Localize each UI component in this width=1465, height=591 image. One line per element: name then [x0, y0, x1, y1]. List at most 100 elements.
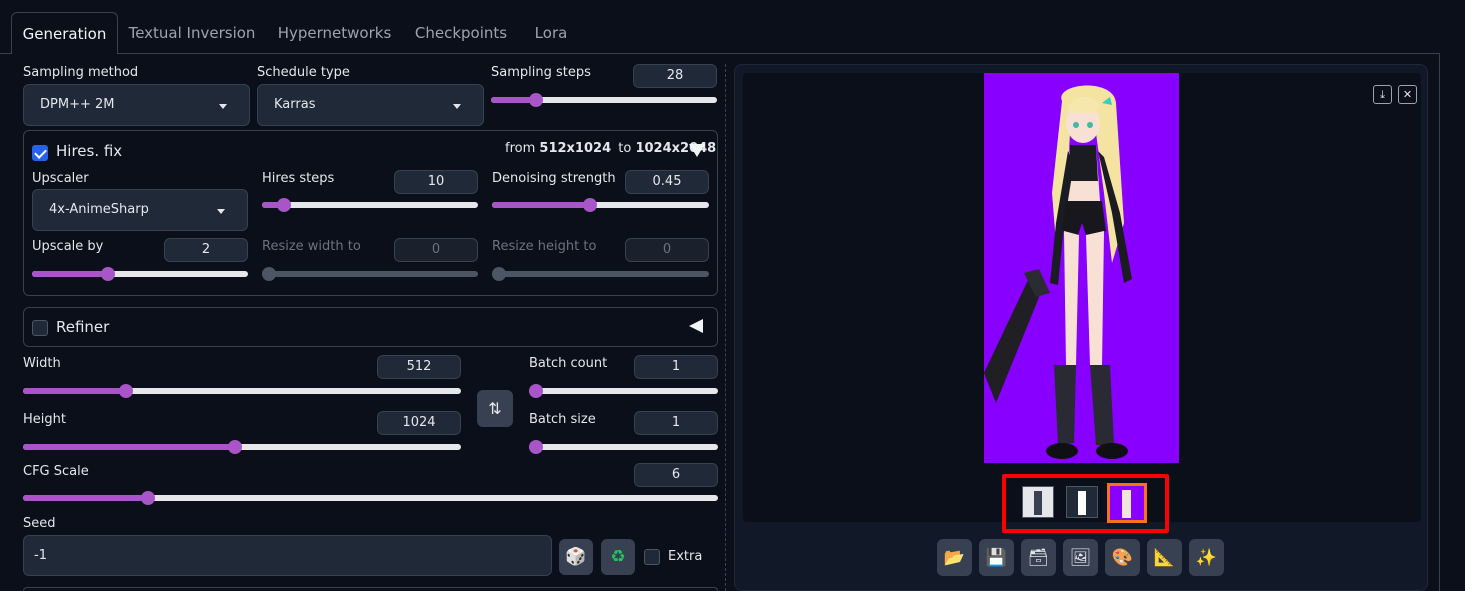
picture-icon: 🖼 [1069, 547, 1092, 568]
resize-handle[interactable] [725, 64, 726, 591]
extra-seed-label: Extra [668, 549, 703, 564]
close-icon: ✕ [1402, 88, 1413, 101]
tab-textual-inversion[interactable]: Textual Inversion [121, 12, 263, 54]
batch-count-input[interactable]: 1 [634, 355, 718, 379]
panel-border [1439, 53, 1440, 591]
batch-count-label: Batch count [529, 356, 608, 371]
tab-divider [0, 53, 11, 54]
thumbnail-3-selected[interactable] [1107, 483, 1147, 523]
expand-triangle-icon[interactable] [689, 319, 703, 333]
sampling-method-value: DPM++ 2M [40, 97, 115, 112]
info-source-size: 512x1024 [539, 141, 612, 156]
refiner-panel [23, 307, 718, 347]
tab-checkpoints[interactable]: Checkpoints [405, 12, 517, 54]
send-to-img2img-button[interactable]: 🖼 [1063, 539, 1098, 576]
collapse-triangle-icon[interactable] [689, 144, 705, 157]
dice-icon: 🎲 [565, 547, 587, 567]
denoising-strength-slider[interactable] [492, 197, 709, 213]
sampling-steps-input[interactable]: 28 [633, 64, 717, 88]
thumbnail-2[interactable] [1066, 486, 1098, 518]
swap-dimensions-button[interactable]: ⇅ [477, 390, 513, 427]
hires-steps-slider[interactable] [262, 197, 478, 213]
height-input[interactable]: 1024 [377, 411, 461, 435]
anime-character-image [984, 73, 1179, 463]
refiner-checkbox[interactable] [32, 320, 48, 336]
chevron-down-icon [217, 209, 225, 214]
upscaler-value: 4x-AnimeSharp [49, 202, 149, 217]
seed-input[interactable]: -1 [23, 535, 552, 576]
extra-seed-checkbox[interactable] [644, 549, 660, 565]
width-input[interactable]: 512 [377, 355, 461, 379]
send-to-inpaint-button[interactable]: 🎨 [1105, 539, 1140, 576]
archive-icon: 🗃 [1027, 547, 1050, 568]
save-button[interactable]: 💾 [979, 539, 1014, 576]
palette-icon: 🎨 [1111, 547, 1134, 568]
schedule-type-value: Karras [274, 97, 316, 112]
chevron-down-icon [453, 104, 461, 109]
hires-fix-checkbox[interactable] [32, 145, 48, 161]
sampling-steps-label: Sampling steps [491, 65, 591, 80]
hires-steps-label: Hires steps [262, 171, 335, 186]
cfg-scale-slider[interactable] [23, 490, 718, 506]
output-gallery: ⤓ ✕ 📂 💾 🗃 🖼 🎨 📐 ✨ [734, 64, 1428, 591]
upscale-by-label: Upscale by [32, 239, 104, 254]
sampling-steps-slider[interactable] [491, 92, 717, 108]
upscale-by-input[interactable]: 2 [164, 238, 248, 262]
info-from: from [505, 141, 536, 156]
denoising-strength-input[interactable]: 0.45 [625, 170, 709, 194]
random-seed-button[interactable]: 🎲 [559, 539, 593, 575]
resize-height-slider[interactable] [492, 266, 709, 282]
hires-fix-label: Hires. fix [56, 142, 123, 160]
cfg-scale-input[interactable]: 6 [634, 463, 718, 487]
sparkles-icon: ✨ [1195, 547, 1218, 568]
generated-image-preview[interactable] [984, 73, 1179, 463]
tab-hypernetworks[interactable]: Hypernetworks [268, 12, 401, 54]
denoising-strength-label: Denoising strength [492, 171, 616, 186]
folder-icon: 📂 [943, 547, 966, 568]
gallery-preview-area: ⤓ ✕ [743, 73, 1421, 533]
download-button[interactable]: ⤓ [1373, 85, 1392, 104]
upscale-by-slider[interactable] [32, 266, 248, 282]
send-to-extras-button[interactable]: 📐 [1147, 539, 1182, 576]
width-label: Width [23, 356, 61, 371]
hires-steps-input[interactable]: 10 [394, 170, 478, 194]
schedule-type-label: Schedule type [257, 65, 350, 80]
swap-icon: ⇅ [488, 399, 502, 418]
next-section-edge [23, 587, 718, 591]
resize-width-input[interactable]: 0 [394, 238, 478, 262]
zip-button[interactable]: 🗃 [1021, 539, 1056, 576]
height-label: Height [23, 412, 66, 427]
hires-fix-info: from 512x1024 to 1024x2048 [505, 141, 716, 156]
resize-width-label: Resize width to [262, 239, 361, 254]
schedule-type-dropdown[interactable]: Karras [257, 84, 484, 126]
cfg-scale-label: CFG Scale [23, 464, 89, 479]
sampling-method-dropdown[interactable]: DPM++ 2M [23, 84, 250, 126]
tab-generation[interactable]: Generation [11, 12, 118, 54]
open-folder-button[interactable]: 📂 [937, 539, 972, 576]
chevron-down-icon [219, 104, 227, 109]
height-slider[interactable] [23, 439, 461, 455]
resize-height-input[interactable]: 0 [625, 238, 709, 262]
batch-count-slider[interactable] [529, 383, 718, 399]
info-to: to [618, 141, 632, 156]
resize-height-label: Resize height to [492, 239, 597, 254]
thumbnail-image [1023, 487, 1053, 517]
thumbnail-image [1110, 486, 1144, 520]
triangle-ruler-icon: 📐 [1153, 547, 1176, 568]
thumbnail-1[interactable] [1022, 486, 1054, 518]
refiner-label: Refiner [56, 318, 110, 336]
tab-bar: Generation Textual Inversion Hypernetwor… [0, 0, 1465, 54]
seed-label: Seed [23, 516, 56, 531]
tab-divider [118, 53, 1440, 54]
upscaler-label: Upscaler [32, 171, 89, 186]
batch-size-input[interactable]: 1 [634, 411, 718, 435]
upscaler-dropdown[interactable]: 4x-AnimeSharp [32, 189, 248, 231]
save-icon: 💾 [985, 547, 1008, 568]
tab-lora[interactable]: Lora [522, 12, 580, 54]
upscale-button[interactable]: ✨ [1189, 539, 1224, 576]
close-preview-button[interactable]: ✕ [1398, 85, 1417, 104]
width-slider[interactable] [23, 383, 461, 399]
batch-size-slider[interactable] [529, 439, 718, 455]
resize-width-slider[interactable] [262, 266, 478, 282]
reuse-seed-button[interactable]: ♻ [601, 539, 635, 575]
